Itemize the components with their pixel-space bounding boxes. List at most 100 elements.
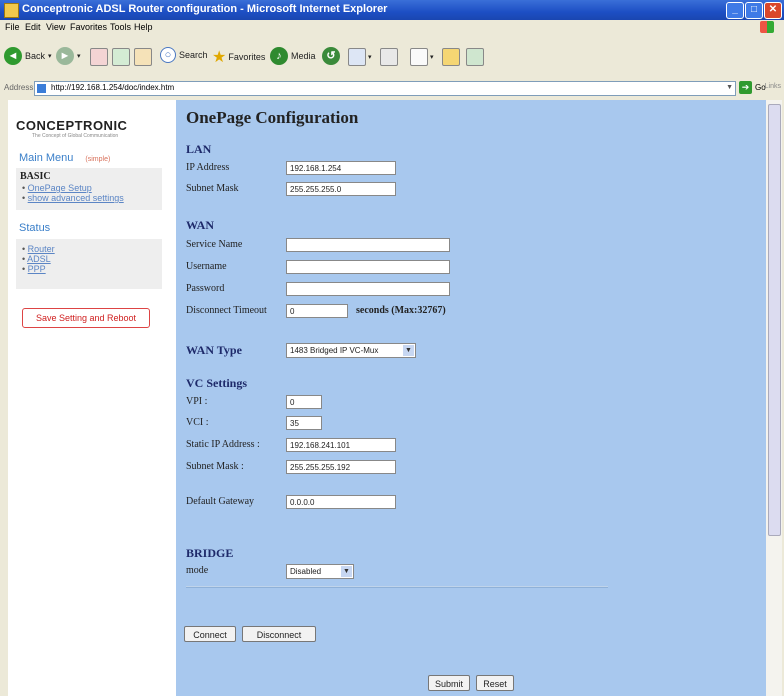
minimize-icon[interactable]: _ (726, 2, 744, 19)
lan-mask-input[interactable]: 255.255.255.0 (286, 182, 396, 196)
folder-button[interactable] (442, 48, 460, 66)
disconnect-button[interactable]: Disconnect (242, 626, 316, 642)
messenger-button[interactable] (466, 48, 484, 66)
timeout-suffix-label: seconds (Max:32767) (356, 305, 446, 316)
onepage-setup-link[interactable]: OnePage Setup (28, 183, 92, 193)
bridge-mode-value: Disabled (290, 567, 322, 576)
wan-type-value: 1483 Bridged IP VC-Mux (290, 346, 379, 355)
default-gateway-input[interactable]: 0.0.0.0 (286, 495, 396, 509)
bridge-mode-select[interactable]: Disabled ▼ (286, 564, 354, 579)
history-button[interactable]: ↺ (322, 47, 340, 65)
chevron-down-icon: ▼ (341, 566, 352, 577)
lan-ip-label: IP Address (186, 162, 230, 173)
advanced-settings-link[interactable]: show advanced settings (28, 193, 124, 203)
close-icon[interactable]: ✕ (764, 2, 782, 19)
username-label: Username (186, 261, 227, 272)
address-dropdown-icon[interactable]: ▼ (726, 84, 733, 91)
page-icon (37, 84, 46, 93)
stop-button[interactable] (90, 48, 108, 66)
mail-button[interactable]: ▾ (348, 48, 372, 66)
submit-button[interactable]: Submit (428, 675, 470, 691)
media-button[interactable]: ♪ Media (270, 47, 316, 65)
lan-mask-label: Subnet Mask (186, 183, 239, 194)
stop-icon (90, 48, 108, 66)
connect-button[interactable]: Connect (184, 626, 236, 642)
back-dropdown-icon[interactable]: ▾ (48, 52, 52, 60)
print-icon (380, 48, 398, 66)
vci-input[interactable]: 35 (286, 416, 322, 430)
windows-flag-icon (760, 21, 774, 33)
default-gateway-label: Default Gateway (186, 496, 255, 507)
sidebar-item-router: Router (22, 244, 162, 254)
main-menu-hint: (simple) (85, 156, 111, 163)
disconnect-timeout-label: Disconnect Timeout (186, 305, 267, 316)
config-panel: OnePage Configuration LAN IP Address 192… (176, 100, 766, 696)
back-button[interactable]: ◄ Back ▾ (4, 47, 52, 65)
home-button[interactable] (134, 48, 152, 66)
sidebar-item-onepage-setup: OnePage Setup (22, 183, 162, 193)
menu-edit[interactable]: Edit (25, 22, 41, 32)
edit-button[interactable]: ▾ (410, 48, 434, 66)
address-input[interactable]: http://192.168.1.254/doc/index.htm ▼ (34, 81, 736, 96)
vc-mask-input[interactable]: 255.255.255.192 (286, 460, 396, 474)
reset-button[interactable]: Reset (476, 675, 514, 691)
chevron-down-icon: ▼ (403, 345, 414, 356)
basic-heading: BASIC (20, 171, 51, 182)
main-menu-heading: Main Menu (simple) (19, 152, 110, 164)
lan-ip-input[interactable]: 192.168.1.254 (286, 161, 396, 175)
static-ip-label: Static IP Address : (186, 439, 260, 450)
menu-favorites[interactable]: Favorites (70, 22, 107, 32)
vertical-scrollbar[interactable] (766, 100, 782, 696)
scrollbar-thumb[interactable] (768, 104, 781, 536)
brand-tagline: The Concept of Global Communication (32, 133, 119, 139)
menu-view[interactable]: View (46, 22, 65, 32)
back-arrow-icon: ◄ (4, 47, 22, 65)
bridge-mode-label: mode (186, 565, 209, 576)
search-button[interactable]: ○ Search (160, 47, 208, 63)
ppp-link[interactable]: PPP (28, 264, 46, 274)
favorites-button[interactable]: ★ Favorites (212, 47, 265, 67)
service-name-input[interactable] (286, 238, 450, 252)
username-input[interactable] (286, 260, 450, 274)
disconnect-timeout-input[interactable]: 0 (286, 304, 348, 318)
go-arrow-icon: ➔ (739, 81, 752, 94)
wan-type-select[interactable]: 1483 Bridged IP VC-Mux ▼ (286, 343, 416, 358)
status-heading: Status (19, 222, 51, 234)
forward-dropdown-icon[interactable]: ▾ (77, 52, 81, 60)
vc-mask-label: Subnet Mask : (186, 461, 244, 472)
vpi-input[interactable]: 0 (286, 395, 322, 409)
basic-section: BASIC OnePage Setup show advanced settin… (16, 168, 162, 210)
vpi-label: VPI : (186, 396, 208, 407)
sidebar-item-advanced-settings: show advanced settings (22, 193, 162, 203)
bridge-heading: BRIDGE (186, 546, 234, 560)
menu-file[interactable]: File (5, 22, 20, 32)
wan-heading: WAN (186, 218, 215, 232)
forward-button[interactable]: ► ▾ (56, 47, 81, 65)
menu-tools[interactable]: Tools (110, 22, 131, 32)
save-and-reboot-button[interactable]: Save Setting and Reboot (22, 308, 150, 328)
status-section: Router ADSL PPP (16, 239, 162, 289)
edit-dropdown-icon[interactable]: ▾ (430, 53, 434, 61)
links-label[interactable]: Links (765, 83, 781, 90)
maximize-icon[interactable]: □ (745, 2, 763, 19)
service-name-label: Service Name (186, 239, 243, 250)
search-label: Search (179, 50, 208, 60)
print-button[interactable] (380, 48, 398, 66)
password-input[interactable] (286, 282, 450, 296)
go-button[interactable]: ➔ Go (739, 81, 766, 94)
mail-dropdown-icon[interactable]: ▾ (368, 53, 372, 61)
favorites-star-icon: ★ (212, 49, 227, 66)
edit-icon (410, 48, 428, 66)
menu-bar: File Edit View Favorites Tools Help (0, 20, 784, 35)
router-link[interactable]: Router (28, 244, 55, 254)
adsl-link[interactable]: ADSL (27, 254, 51, 264)
ie-app-icon (4, 3, 19, 18)
address-url: http://192.168.1.254/doc/index.htm (51, 83, 175, 92)
static-ip-input[interactable]: 192.168.241.101 (286, 438, 396, 452)
menu-help[interactable]: Help (134, 22, 153, 32)
refresh-button[interactable] (112, 48, 130, 66)
vci-label: VCI : (186, 417, 209, 428)
refresh-icon (112, 48, 130, 66)
history-icon: ↺ (322, 47, 340, 65)
forward-arrow-icon: ► (56, 47, 74, 65)
